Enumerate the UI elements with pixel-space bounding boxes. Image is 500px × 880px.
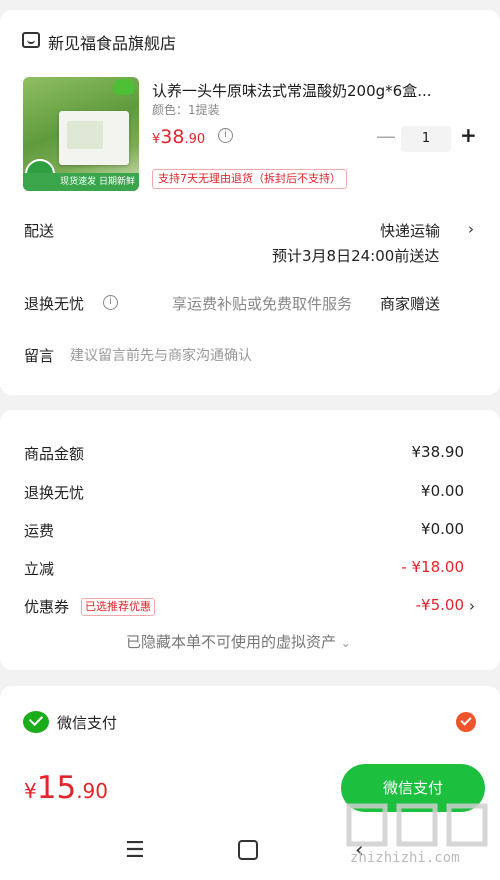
message-input[interactable]: 建议留言前先与商家沟通确认 (70, 345, 252, 365)
chevron-right-icon[interactable]: › (468, 220, 474, 238)
product-image[interactable]: 现货速发 日期新鲜 (23, 77, 139, 191)
price-row-value: ¥38.90 (411, 443, 465, 461)
price-decimal: .90 (184, 132, 206, 147)
price-row-label: 商品金额 (24, 445, 85, 463)
payment-method-label[interactable]: 微信支付 (57, 712, 117, 733)
store-icon (22, 32, 40, 48)
home-icon[interactable] (238, 836, 258, 860)
menu-icon[interactable]: ☰ (125, 838, 145, 863)
price-integer: 38 (160, 126, 185, 148)
price-row-goods: 商品金额 ¥38.90 (24, 443, 464, 467)
delivery-estimate: 预计3月8日24:00前送达 (272, 247, 440, 265)
image-ribbon: 现货速发 日期新鲜 (23, 173, 139, 191)
hidden-assets-label: 已隐藏本单不可使用的虚拟资产 (126, 633, 337, 651)
chevron-right-icon[interactable]: › (469, 597, 475, 615)
price-row-value: ¥0.00 (421, 482, 464, 500)
return-service-description: 享运费补贴或免费取件服务 (172, 295, 353, 313)
chevron-down-icon: ⌄ (340, 636, 351, 650)
checked-radio-icon[interactable] (456, 712, 476, 732)
price-row-label: 运费 (24, 522, 55, 540)
price-row-coupon[interactable]: 优惠券 已选推荐优惠 -¥5.00 (24, 596, 464, 620)
price-row-label: 退换无忧 (24, 484, 85, 502)
price-row-discount: 立减 - ¥18.00 (24, 558, 464, 582)
return-service-value[interactable]: 商家赠送 (380, 293, 440, 314)
return-service-label: 退换无忧 (24, 295, 85, 313)
product-box-graphic (59, 111, 129, 165)
price-row-value: ¥0.00 (421, 520, 464, 538)
wechat-pay-icon (23, 711, 49, 733)
product-title[interactable]: 认养一头牛原味法式常温酸奶200g*6盒... (152, 80, 472, 101)
coupon-tag: 已选推荐优惠 (81, 598, 155, 616)
total-price: ¥15.90 (24, 770, 108, 806)
product-spec[interactable]: 颜色：1提装 (152, 101, 220, 118)
delivery-method[interactable]: 快递运输 (380, 220, 440, 241)
order-card (0, 10, 500, 395)
total-decimal: .90 (76, 779, 108, 803)
price-row-value: -¥5.00 (415, 596, 464, 614)
quantity-input[interactable]: 1 (401, 126, 451, 152)
delivery-label: 配送 (24, 222, 55, 240)
price-row-shipping: 运费 ¥0.00 (24, 520, 464, 544)
decrease-button[interactable]: — (376, 124, 396, 148)
price-row-value: - ¥18.00 (401, 558, 464, 576)
brand-logo-icon (113, 79, 135, 95)
price-row-label: 立减 (24, 560, 55, 578)
return-policy-tag: 支持7天无理由退货（拆封后不支持） (152, 169, 347, 189)
increase-button[interactable]: + (460, 123, 477, 147)
total-integer: 15 (36, 770, 77, 806)
total-symbol: ¥ (24, 779, 37, 803)
price-row-label: 优惠券 (24, 598, 70, 616)
info-icon[interactable]: i (218, 128, 233, 143)
price-row-return: 退换无忧 ¥0.00 (24, 482, 464, 506)
shop-name[interactable]: 新见福食品旗舰店 (48, 30, 176, 54)
square-shape (238, 840, 258, 860)
product-price: ¥38.90 (152, 126, 205, 148)
hidden-assets-toggle[interactable]: 已隐藏本单不可使用的虚拟资产 ⌄ (126, 631, 351, 652)
message-label: 留言 (24, 347, 55, 365)
watermark-url: zhizhizhi.com (350, 850, 460, 866)
info-icon[interactable]: i (103, 295, 118, 310)
watermark-logo (346, 803, 488, 847)
